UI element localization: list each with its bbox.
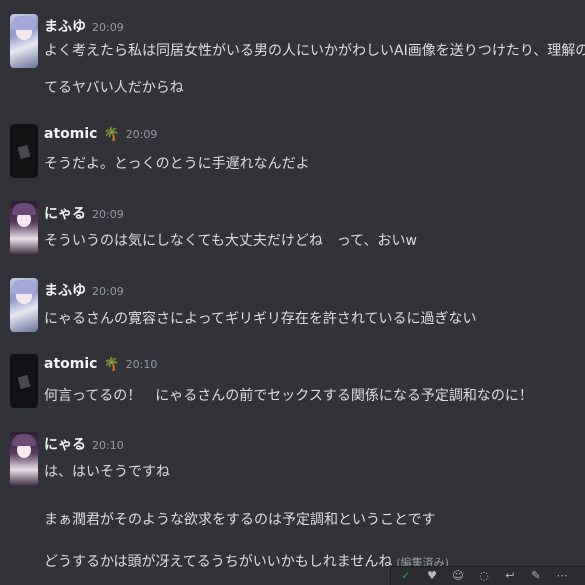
timestamp: 20:09 bbox=[92, 208, 124, 221]
message-action-toolbar: ✓ ♥ ☺ ◌ ↩ ✎ ⋯ bbox=[390, 566, 585, 585]
message-text: 何言ってるの！ にゃるさんの前でセックスする関係になる予定調和なのに！ bbox=[44, 388, 533, 404]
message-text: てるヤバい人だからね bbox=[44, 80, 184, 96]
username[interactable]: にゃる bbox=[44, 203, 86, 223]
timestamp: 20:10 bbox=[125, 358, 158, 371]
palm-tree-icon: 🌴 bbox=[103, 357, 120, 372]
heart-icon[interactable]: ♥ bbox=[425, 569, 439, 583]
timestamp: 20:09 bbox=[125, 128, 158, 141]
avatar[interactable] bbox=[10, 201, 38, 255]
username[interactable]: にゃる bbox=[44, 434, 86, 454]
more-icon[interactable]: ⋯ bbox=[555, 569, 569, 583]
message-header: にゃる 20:10 bbox=[44, 434, 124, 454]
edit-icon[interactable]: ✎ bbox=[529, 569, 543, 583]
timestamp: 20:09 bbox=[92, 285, 124, 298]
more-reactions-icon[interactable]: ◌ bbox=[477, 569, 491, 583]
message-text: そうだよ。とっくのとうに手遅れなんだよ bbox=[44, 156, 310, 172]
timestamp: 20:09 bbox=[92, 21, 124, 34]
message-text: よく考えたら私は同居女性がいる男の人にいかがわしいAI画像を送りつけたり、理解の… bbox=[44, 43, 585, 59]
timestamp: 20:10 bbox=[92, 439, 124, 452]
avatar[interactable] bbox=[10, 432, 38, 486]
message-header: atomic 🌴 20:09 bbox=[44, 126, 157, 146]
message-text: まぁ潤君がそのような欲求をするのは予定調和ということです bbox=[44, 512, 436, 528]
reply-icon[interactable]: ↩ bbox=[503, 569, 517, 583]
message-text: にゃるさんの寛容さによってギリギリ存在を許されているに過ぎない bbox=[44, 311, 477, 327]
message-header: まふゆ 20:09 bbox=[44, 280, 124, 300]
message-header: atomic 🌴 20:10 bbox=[44, 356, 157, 376]
username[interactable]: atomic bbox=[44, 126, 97, 142]
username[interactable]: atomic bbox=[44, 356, 97, 372]
username[interactable]: まふゆ bbox=[44, 280, 86, 300]
reaction-icon[interactable]: ☺ bbox=[451, 569, 465, 583]
message-text: は、はいそうですね bbox=[44, 464, 170, 480]
palm-tree-icon: 🌴 bbox=[103, 127, 120, 142]
chat-message-list: まふゆ 20:09 よく考えたら私は同居女性がいる男の人にいかがわしいAI画像を… bbox=[0, 0, 585, 585]
message-header: まふゆ 20:09 bbox=[44, 16, 124, 36]
message-text: そういうのは気にしなくても大丈夫だけどね って、おいw bbox=[44, 233, 417, 249]
avatar[interactable] bbox=[10, 14, 38, 68]
avatar[interactable] bbox=[10, 124, 38, 178]
message-line: どうするかは頭が冴えてるうちがいいかもしれませんね bbox=[44, 554, 393, 570]
message-header: にゃる 20:09 bbox=[44, 203, 124, 223]
avatar[interactable] bbox=[10, 354, 38, 408]
avatar[interactable] bbox=[10, 278, 38, 332]
check-icon[interactable]: ✓ bbox=[399, 569, 413, 583]
username[interactable]: まふゆ bbox=[44, 16, 86, 36]
